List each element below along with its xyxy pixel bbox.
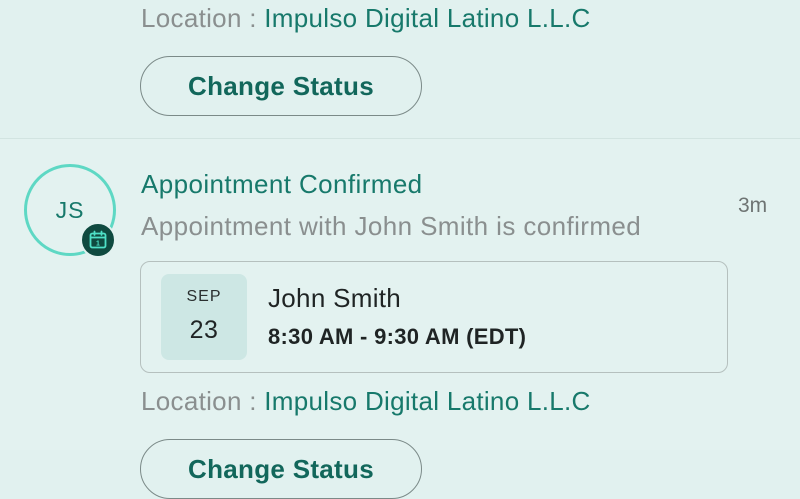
location-label: Location :: [141, 386, 265, 416]
notification-message: Appointment with John Smith is confirmed: [141, 211, 642, 241]
appointment-name: John Smith: [268, 283, 402, 313]
avatar-initials: JS: [55, 196, 85, 223]
calendar-icon-glyph: 1: [89, 230, 107, 249]
notification-title: Appointment Confirmed: [141, 169, 423, 199]
appointment-day: 23: [189, 316, 219, 344]
appointment-month: SEP: [186, 288, 222, 305]
location-label: Location :: [141, 3, 265, 33]
change-status-button[interactable]: Change Status: [140, 439, 422, 499]
svg-text:1: 1: [96, 241, 100, 248]
location-line: Location : Impulso Digital Latino L.L.C: [141, 386, 591, 417]
change-status-button[interactable]: Change Status: [140, 56, 422, 116]
appointment-date-box: SEP 23: [161, 274, 247, 360]
previous-notification-card: Location : Impulso Digital Latino L.L.C …: [0, 0, 800, 139]
appointment-card[interactable]: SEP 23 John Smith 8:30 AM - 9:30 AM (EDT…: [140, 261, 728, 373]
location-link[interactable]: Impulso Digital Latino L.L.C: [264, 386, 590, 416]
location-link[interactable]: Impulso Digital Latino L.L.C: [264, 3, 590, 33]
location-line: Location : Impulso Digital Latino L.L.C: [141, 3, 591, 34]
notification-timestamp: 3m: [738, 194, 768, 217]
appointment-time: 8:30 AM - 9:30 AM (EDT): [268, 324, 527, 349]
calendar-icon: 1: [80, 222, 116, 258]
